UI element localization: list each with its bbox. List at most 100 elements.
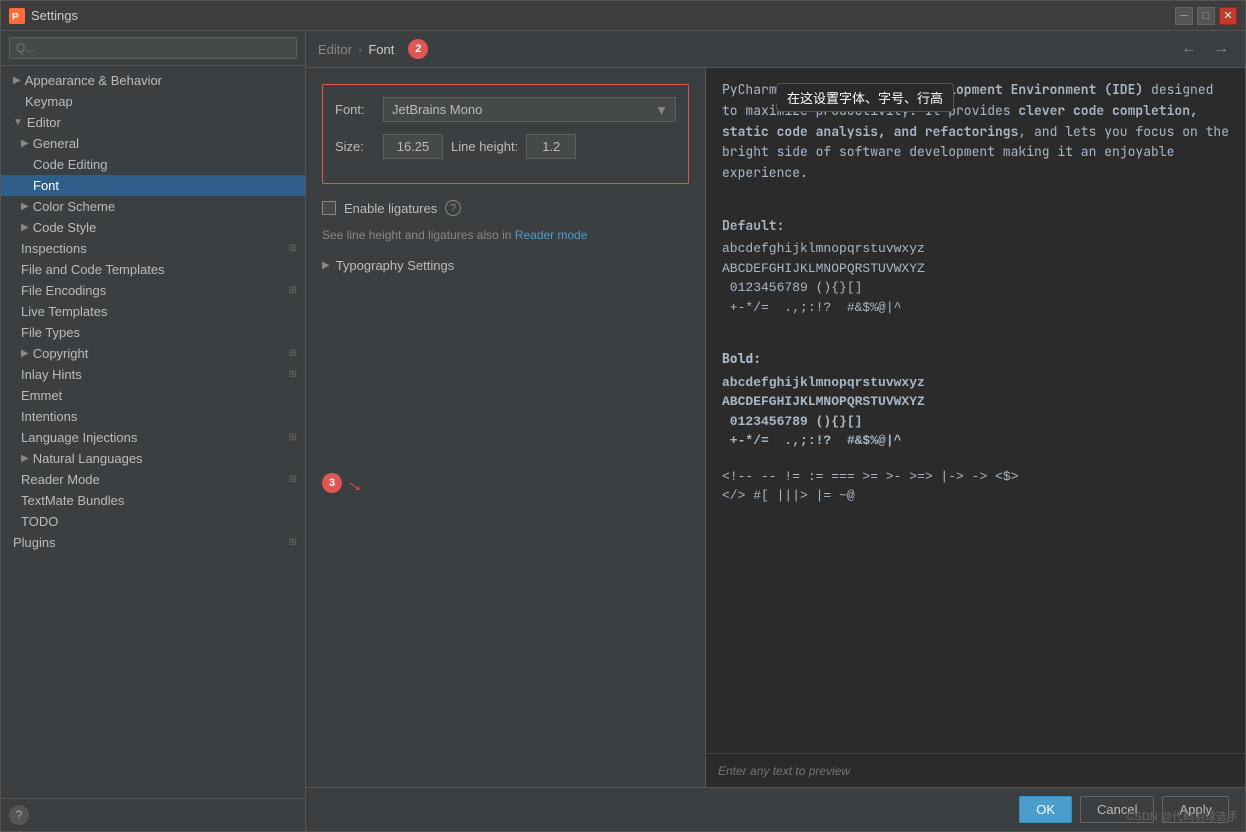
preview-bold-line-4: +-*/= .,;:!? #&$%@|^: [722, 431, 1229, 451]
tooltip-text: 在这设置字体、字号、行高: [787, 91, 943, 106]
preview-content: PyCharm is an Integrated Development Env…: [706, 68, 1245, 753]
font-section: Font: JetBrains Mono ▼ Size:: [322, 84, 689, 184]
preview-bold-line-1: abcdefghijklmnopqrstuvwxyz: [722, 373, 1229, 393]
reader-mode-link[interactable]: Reader mode: [515, 228, 588, 242]
sidebar-item-appearance[interactable]: ▶ Appearance & Behavior: [1, 70, 305, 91]
settings-icon: ⊞: [289, 243, 297, 254]
annotation-area-3: 3 →: [322, 473, 689, 493]
annotation-badge-3: 3: [322, 473, 342, 493]
breadcrumb-parent: Editor: [318, 42, 352, 57]
preview-bold-line-3: 0123456789 (){}[]: [722, 412, 1229, 432]
preview-input[interactable]: [718, 764, 1233, 778]
arrow-icon: ▶: [13, 75, 21, 86]
preview-ligature-line-2: </> #[ |||> |= ~@: [722, 486, 1229, 506]
sidebar-item-font[interactable]: Font → 1: [1, 175, 305, 196]
reader-mode-text: See line height and ligatures also in Re…: [322, 228, 689, 242]
font-select[interactable]: JetBrains Mono: [383, 97, 676, 122]
sidebar: ▶ Appearance & Behavior Keymap ▼ Editor …: [1, 31, 306, 831]
sidebar-item-file-types[interactable]: File Types: [1, 322, 305, 343]
preview-default-line-2: ABCDEFGHIJKLMNOPQRSTUVWXYZ: [722, 259, 1229, 279]
sidebar-item-copyright[interactable]: ▶ Copyright ⊞: [1, 343, 305, 364]
font-label: Font:: [335, 102, 375, 117]
ligatures-row: Enable ligatures ?: [322, 200, 689, 216]
typography-section: ▶ Typography Settings: [322, 258, 689, 273]
titlebar-title: Settings: [31, 8, 1175, 23]
sidebar-item-plugins[interactable]: Plugins ⊞: [1, 532, 305, 553]
sidebar-item-reader-mode[interactable]: Reader Mode ⊞: [1, 469, 305, 490]
sidebar-item-live-templates[interactable]: Live Templates: [1, 301, 305, 322]
font-dropdown-wrap: JetBrains Mono ▼: [383, 97, 676, 122]
sidebar-bottom: ?: [1, 798, 305, 831]
preview-default-line-3: 0123456789 (){}[]: [722, 278, 1229, 298]
app-icon: P: [9, 8, 25, 24]
svg-text:P: P: [12, 12, 19, 23]
sidebar-item-natural-languages[interactable]: ▶ Natural Languages: [1, 448, 305, 469]
arrow-icon: ▶: [21, 348, 29, 359]
sidebar-item-todo[interactable]: TODO: [1, 511, 305, 532]
search-input[interactable]: [9, 37, 297, 59]
sidebar-item-code-editing[interactable]: Code Editing: [1, 154, 305, 175]
settings-icon: ⊞: [289, 285, 297, 296]
size-input[interactable]: [383, 134, 443, 159]
preview-footer: [706, 753, 1245, 787]
sidebar-item-inlay-hints[interactable]: Inlay Hints ⊞: [1, 364, 305, 385]
settings-icon: ⊞: [289, 537, 297, 548]
sidebar-item-code-style[interactable]: ▶ Code Style: [1, 217, 305, 238]
preview-bold-label: Bold:: [722, 349, 1229, 369]
arrow-icon: ▼: [13, 117, 23, 128]
help-ligatures-icon[interactable]: ?: [445, 200, 461, 216]
line-height-input[interactable]: [526, 134, 576, 159]
preview-default-line-4: +-*/= .,;:!? #&$%@|^: [722, 298, 1229, 318]
tooltip-box: 在这设置字体、字号、行高: [776, 83, 954, 112]
search-bar: [1, 31, 305, 66]
ok-button[interactable]: OK: [1019, 796, 1072, 823]
settings-icon: ⊞: [289, 348, 297, 359]
typography-label: Typography Settings: [336, 258, 455, 273]
typography-header[interactable]: ▶ Typography Settings: [322, 258, 689, 273]
sidebar-item-emmet[interactable]: Emmet: [1, 385, 305, 406]
settings-icon: ⊞: [289, 369, 297, 380]
ligatures-checkbox[interactable]: [322, 201, 336, 215]
annotation-arrow-3: →: [341, 469, 371, 499]
arrow-icon: ▶: [21, 222, 29, 233]
help-button[interactable]: ?: [9, 805, 29, 825]
sidebar-item-file-encodings[interactable]: File Encodings ⊞: [1, 280, 305, 301]
titlebar: P Settings ─ □ ✕: [1, 1, 1245, 31]
preview-default-line-1: abcdefghijklmnopqrstuvwxyz: [722, 239, 1229, 259]
annotation-badge-2: 2: [408, 39, 428, 59]
size-row: Size: Line height:: [335, 134, 676, 159]
close-button[interactable]: ✕: [1219, 7, 1237, 25]
sidebar-item-editor[interactable]: ▼ Editor: [1, 112, 305, 133]
arrow-icon: ▶: [21, 138, 29, 149]
settings-form: Font: JetBrains Mono ▼ Size:: [306, 68, 706, 787]
sidebar-item-general[interactable]: ▶ General: [1, 133, 305, 154]
settings-icon: ⊞: [289, 432, 297, 443]
panel-content: Font: JetBrains Mono ▼ Size:: [306, 68, 1245, 787]
sidebar-item-color-scheme[interactable]: ▶ Color Scheme: [1, 196, 305, 217]
maximize-button[interactable]: □: [1197, 7, 1215, 25]
arrow-icon: ▶: [21, 453, 29, 464]
breadcrumb-separator: ›: [358, 42, 362, 57]
breadcrumb-nav: ← →: [1177, 40, 1233, 58]
preview-ligature-line-1: <!-- -- != := === >= >- >=> |-> -> <$>: [722, 467, 1229, 487]
sidebar-item-language-injections[interactable]: Language Injections ⊞: [1, 427, 305, 448]
bottom-bar: OK Cancel Apply: [306, 787, 1245, 831]
sidebar-item-intentions[interactable]: Intentions: [1, 406, 305, 427]
breadcrumb: Editor › Font 2 在这设置字体、字号、行高 ← →: [306, 31, 1245, 68]
sidebar-item-keymap[interactable]: Keymap: [1, 91, 305, 112]
ligatures-label: Enable ligatures: [344, 201, 437, 216]
preview-bold-line-2: ABCDEFGHIJKLMNOPQRSTUVWXYZ: [722, 392, 1229, 412]
main-panel: Editor › Font 2 在这设置字体、字号、行高 ← →: [306, 31, 1245, 831]
breadcrumb-current: Font: [368, 42, 394, 57]
back-button[interactable]: ←: [1177, 40, 1201, 58]
sidebar-item-file-code-templates[interactable]: File and Code Templates: [1, 259, 305, 280]
preview-default-label: Default:: [722, 216, 1229, 236]
minimize-button[interactable]: ─: [1175, 7, 1193, 25]
forward-button[interactable]: →: [1209, 40, 1233, 58]
sidebar-item-textmate-bundles[interactable]: TextMate Bundles: [1, 490, 305, 511]
arrow-icon: ▶: [21, 201, 29, 212]
sidebar-item-inspections[interactable]: Inspections ⊞: [1, 238, 305, 259]
main-content: ▶ Appearance & Behavior Keymap ▼ Editor …: [1, 31, 1245, 831]
line-height-label: Line height:: [451, 139, 518, 154]
size-label: Size:: [335, 139, 375, 154]
